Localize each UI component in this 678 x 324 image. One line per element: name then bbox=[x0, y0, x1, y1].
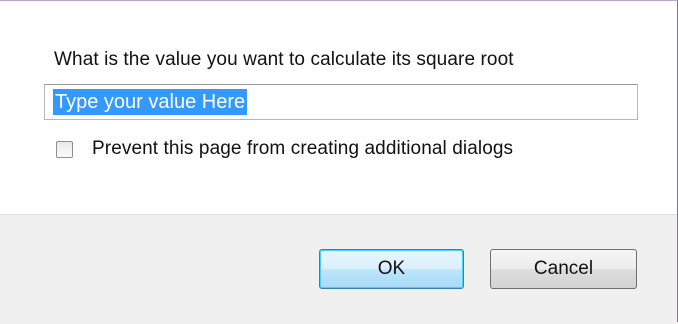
prompt-dialog: What is the value you want to calculate … bbox=[0, 0, 678, 324]
dialog-button-bar: OK Cancel bbox=[0, 214, 677, 324]
prevent-dialogs-option[interactable]: Prevent this page from creating addition… bbox=[56, 137, 513, 161]
dialog-message: What is the value you want to calculate … bbox=[54, 49, 514, 70]
value-input-field[interactable]: Type your value Here bbox=[44, 84, 638, 120]
prevent-dialogs-label[interactable]: Prevent this page from creating addition… bbox=[92, 138, 513, 160]
prevent-dialogs-checkbox[interactable] bbox=[56, 140, 73, 158]
cancel-button[interactable]: Cancel bbox=[490, 249, 637, 289]
ok-button[interactable]: OK bbox=[319, 249, 464, 289]
value-input-text[interactable]: Type your value Here bbox=[53, 89, 248, 115]
